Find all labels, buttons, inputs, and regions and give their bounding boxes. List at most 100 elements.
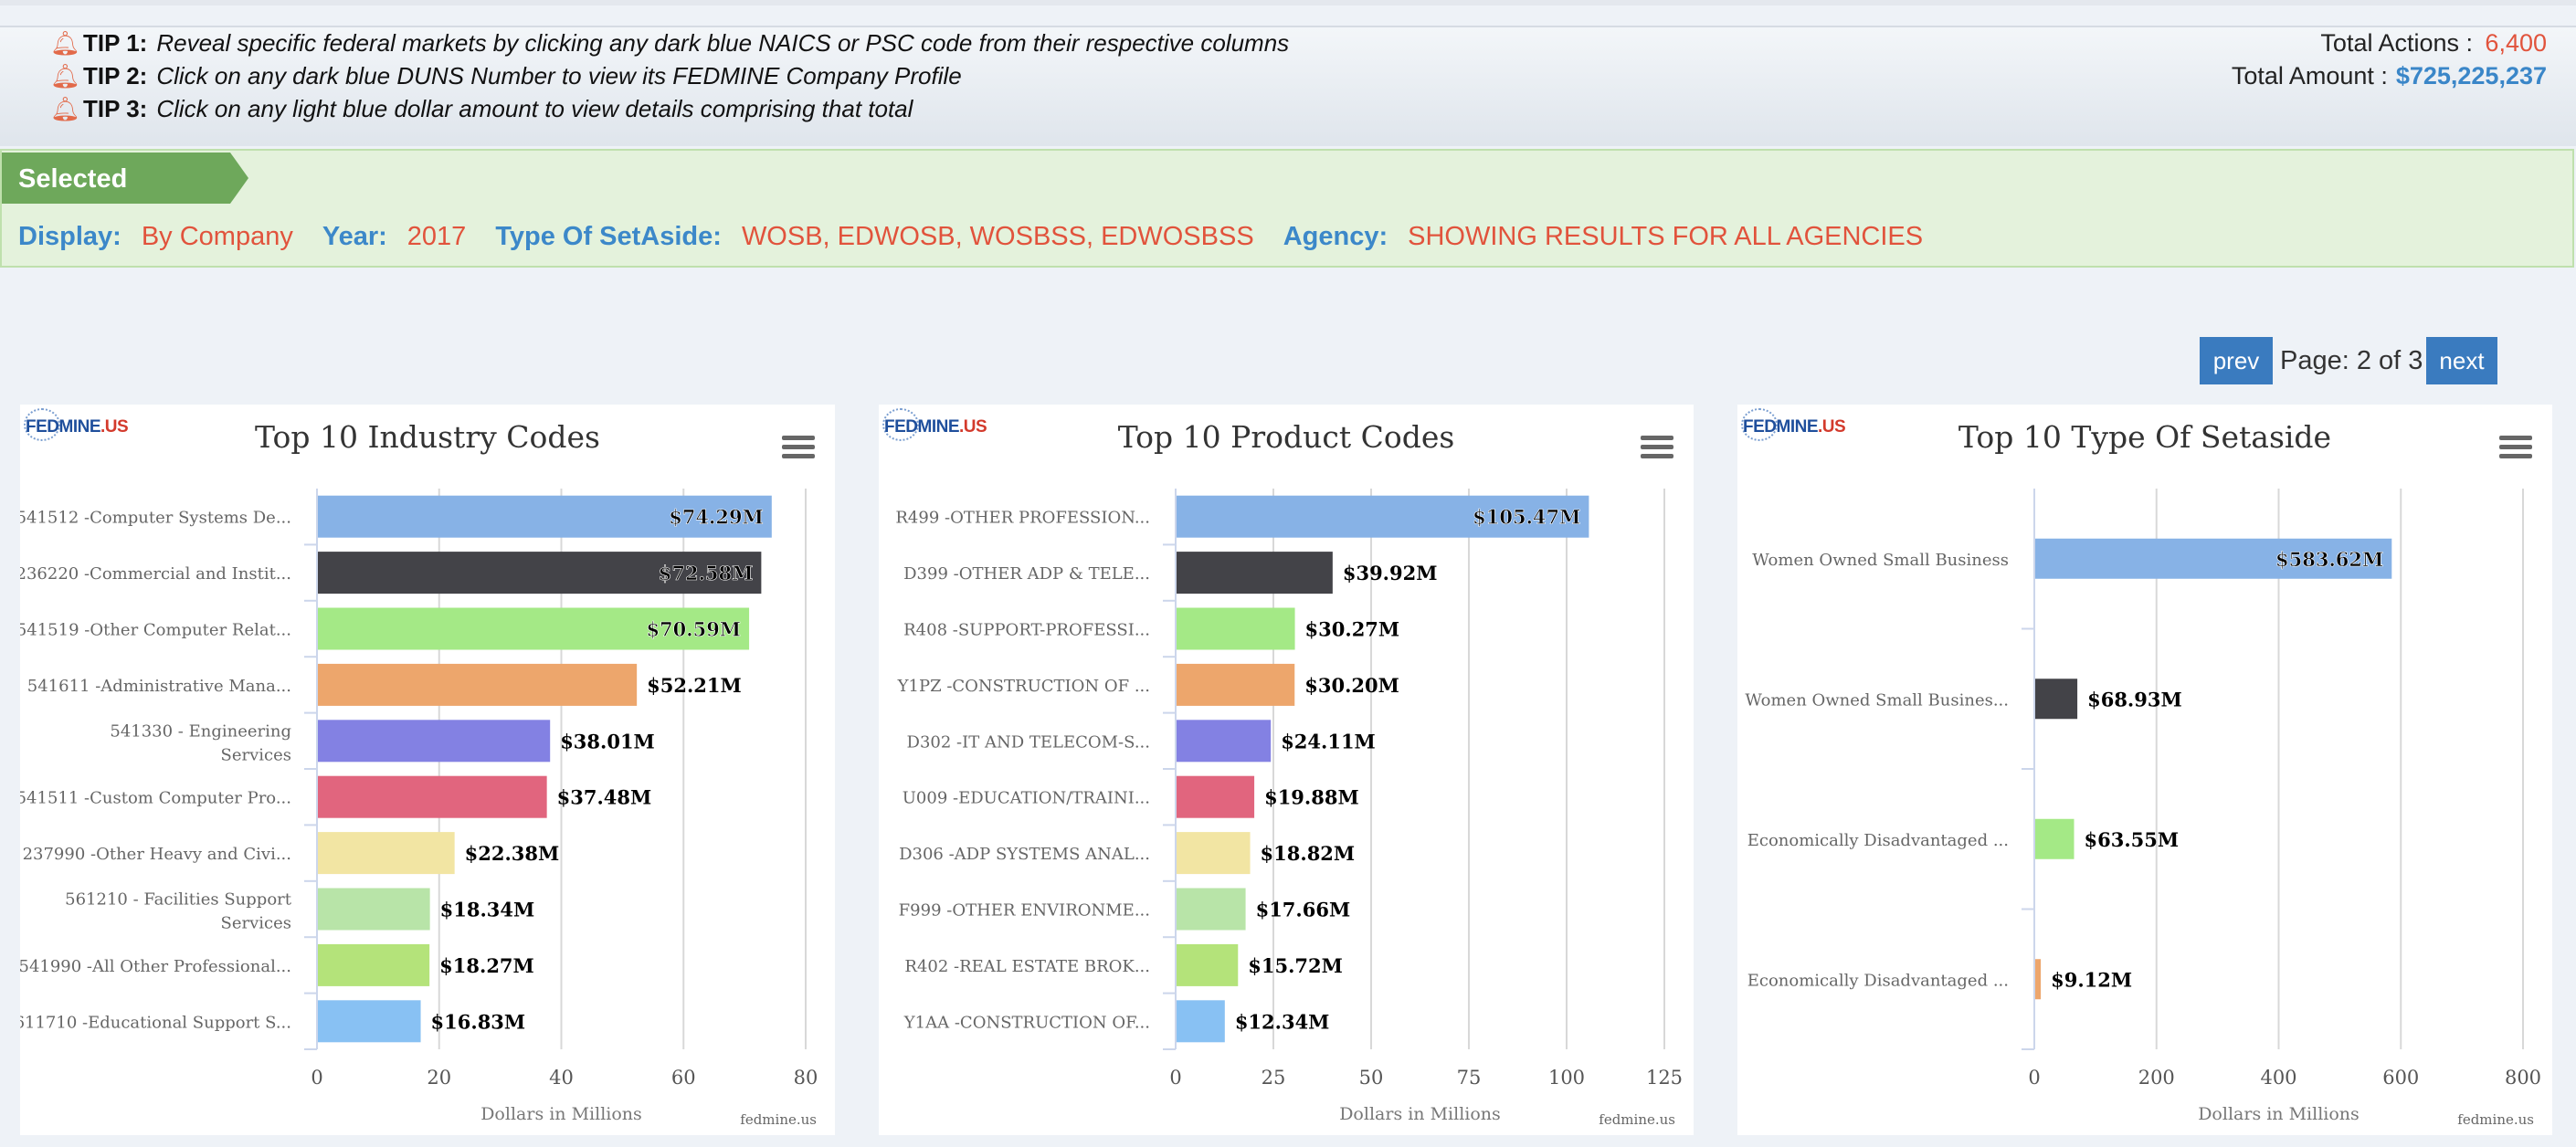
data-label[interactable]: $18.34M bbox=[440, 899, 535, 921]
data-label[interactable]: $39.92M bbox=[1343, 562, 1438, 584]
bar[interactable] bbox=[1177, 888, 1246, 931]
category-label[interactable]: Economically Disadvantaged ... bbox=[1747, 831, 2009, 850]
category-label[interactable]: R402 -REAL ESTATE BROK... bbox=[904, 957, 1150, 976]
selected-criteria-heading: Selected Criteria bbox=[2, 153, 248, 204]
bar[interactable] bbox=[318, 888, 430, 931]
x-tick-label: 80 bbox=[794, 1067, 818, 1089]
bar[interactable] bbox=[318, 832, 455, 875]
total-actions: Total Actions :6,400 bbox=[2320, 29, 2547, 57]
bar[interactable] bbox=[2035, 679, 2078, 720]
x-tick-label: 25 bbox=[1262, 1067, 1286, 1089]
bell-icon: 🔔︎ bbox=[50, 95, 81, 122]
data-label[interactable]: $24.11M bbox=[1281, 730, 1376, 752]
setaside-label: Type Of SetAside: bbox=[495, 222, 722, 251]
x-tick-label: 800 bbox=[2505, 1067, 2541, 1089]
x-axis-title: Dollars in Millions bbox=[480, 1104, 642, 1124]
tip-text: Click on any light blue dollar amount to… bbox=[156, 95, 913, 122]
category-label[interactable]: 541611 -Administrative Mana... bbox=[27, 677, 291, 696]
data-label[interactable]: $22.38M bbox=[465, 842, 560, 865]
chart-credit[interactable]: fedmine.us bbox=[2457, 1111, 2534, 1128]
data-label[interactable]: $583.62M bbox=[2275, 547, 2384, 571]
selected-criteria-panel: Selected Criteria Display: By Company Year… bbox=[0, 149, 2574, 268]
category-label[interactable]: U009 -EDUCATION/TRAINI... bbox=[903, 789, 1150, 808]
data-label[interactable]: $37.48M bbox=[557, 786, 652, 809]
x-tick-label: 400 bbox=[2260, 1067, 2296, 1089]
prev-button[interactable]: prev bbox=[2200, 337, 2273, 384]
category-label[interactable]: F999 -OTHER ENVIRONME... bbox=[899, 901, 1150, 921]
bar[interactable] bbox=[1177, 775, 1255, 818]
tip-label: TIP 2: bbox=[83, 62, 148, 89]
bar[interactable] bbox=[1177, 552, 1333, 595]
bar[interactable] bbox=[1177, 607, 1295, 650]
x-axis-title: Dollars in Millions bbox=[2198, 1104, 2360, 1124]
category-label[interactable]: R408 -SUPPORT-PROFESSI... bbox=[903, 621, 1150, 640]
category-label[interactable]: Women Owned Small Business bbox=[1752, 551, 2009, 570]
year-label: Year: bbox=[322, 222, 387, 251]
tip-3: 🔔︎ TIP 3: Click on any light blue dollar a… bbox=[50, 95, 913, 123]
category-label[interactable]: 541511 -Custom Computer Pro... bbox=[20, 789, 291, 808]
bar[interactable] bbox=[318, 663, 638, 706]
bar[interactable] bbox=[318, 943, 430, 986]
bar[interactable] bbox=[2035, 959, 2042, 1000]
data-label[interactable]: $30.20M bbox=[1304, 674, 1399, 697]
category-label[interactable]: D302 -IT AND TELECOM-S... bbox=[907, 732, 1150, 752]
data-label[interactable]: $17.66M bbox=[1256, 899, 1351, 921]
category-label[interactable]: 541990 -All Other Professional... bbox=[20, 957, 291, 976]
data-label[interactable]: $105.47M bbox=[1473, 505, 1581, 529]
data-label[interactable]: $18.82M bbox=[1261, 842, 1356, 865]
data-label[interactable]: $38.01M bbox=[560, 730, 655, 752]
data-label[interactable]: $74.29M bbox=[669, 505, 764, 529]
data-label[interactable]: $18.27M bbox=[439, 954, 534, 977]
bar[interactable] bbox=[1177, 1000, 1225, 1043]
category-label[interactable]: D399 -OTHER ADP & TELE... bbox=[903, 564, 1150, 584]
category-label[interactable]: 236220 -Commercial and Instit... bbox=[20, 564, 291, 584]
criteria-row: Display: By Company Year: 2017 Type Of SetAs… bbox=[18, 222, 1952, 252]
data-label[interactable]: $63.55M bbox=[2084, 828, 2179, 851]
category-label[interactable]: 541330 - Engineering Services bbox=[110, 721, 291, 764]
tip-text: Click on any dark blue DUNS Number to vi… bbox=[156, 62, 962, 89]
bar[interactable] bbox=[1177, 943, 1239, 986]
data-label[interactable]: $15.72M bbox=[1248, 954, 1343, 977]
category-label[interactable]: Economically Disadvantaged ... bbox=[1747, 971, 2009, 990]
bar-chart-setaside: 0 200 400 600 800 Dollars in Millions Women Ow… bbox=[1745, 489, 2541, 1124]
category-label[interactable]: R499 -OTHER PROFESSION... bbox=[895, 509, 1150, 528]
data-label[interactable]: $9.12M bbox=[2051, 968, 2132, 991]
bar[interactable] bbox=[318, 720, 551, 763]
category-label[interactable]: 237990 -Other Heavy and Civi... bbox=[23, 845, 291, 864]
category-label[interactable]: Y1AA -CONSTRUCTION OF... bbox=[903, 1013, 1150, 1032]
category-label[interactable]: 561210 - Facilities Support Services bbox=[65, 890, 292, 933]
bar[interactable] bbox=[318, 1000, 421, 1043]
data-label[interactable]: $72.58M bbox=[658, 562, 754, 585]
bar[interactable] bbox=[1177, 720, 1272, 763]
data-label[interactable]: $16.83M bbox=[431, 1010, 526, 1033]
data-label[interactable]: $70.59M bbox=[646, 617, 741, 641]
category-label[interactable]: D306 -ADP SYSTEMS ANAL... bbox=[899, 845, 1150, 864]
x-tick-label: 0 bbox=[2028, 1067, 2040, 1089]
bar[interactable] bbox=[1177, 832, 1251, 875]
display-label: Display: bbox=[18, 222, 121, 251]
total-amount: Total Amount : $725,225,237 bbox=[2231, 62, 2547, 89]
category-label[interactable]: Women Owned Small Busines... bbox=[1745, 690, 2009, 710]
data-label[interactable]: $68.93M bbox=[2087, 688, 2182, 710]
category-label[interactable]: 541519 -Other Computer Relat... bbox=[20, 621, 291, 640]
category-label[interactable]: 611710 -Educational Support S... bbox=[20, 1013, 291, 1032]
tip-label: TIP 3: bbox=[83, 95, 148, 122]
bar-chart-product: 0 25 50 75 100 125 Dollars in Millions R499 -OT… bbox=[895, 489, 1683, 1124]
next-button[interactable]: next bbox=[2426, 337, 2497, 384]
category-label[interactable]: 541512 -Computer Systems De... bbox=[20, 509, 291, 528]
total-amount-value[interactable]: $725,225,237 bbox=[2396, 62, 2547, 89]
category-label[interactable]: Y1PZ -CONSTRUCTION OF ... bbox=[897, 677, 1150, 696]
chart-credit[interactable]: fedmine.us bbox=[1599, 1111, 1675, 1128]
setaside-value: WOSB, EDWOSB, WOSBSS, EDWOSBSS bbox=[741, 222, 1254, 251]
x-axis-title: Dollars in Millions bbox=[1339, 1104, 1501, 1124]
x-tick-label: 60 bbox=[671, 1067, 696, 1089]
bar[interactable] bbox=[1177, 663, 1295, 706]
data-label[interactable]: $12.34M bbox=[1235, 1010, 1330, 1033]
bar[interactable] bbox=[2035, 818, 2075, 859]
data-label[interactable]: $52.21M bbox=[647, 674, 742, 697]
chart-credit[interactable]: fedmine.us bbox=[740, 1111, 817, 1128]
data-label[interactable]: $30.27M bbox=[1305, 618, 1400, 641]
data-label[interactable]: $19.88M bbox=[1264, 786, 1359, 809]
x-tick-label: 0 bbox=[1169, 1067, 1181, 1089]
bar[interactable] bbox=[318, 775, 547, 818]
